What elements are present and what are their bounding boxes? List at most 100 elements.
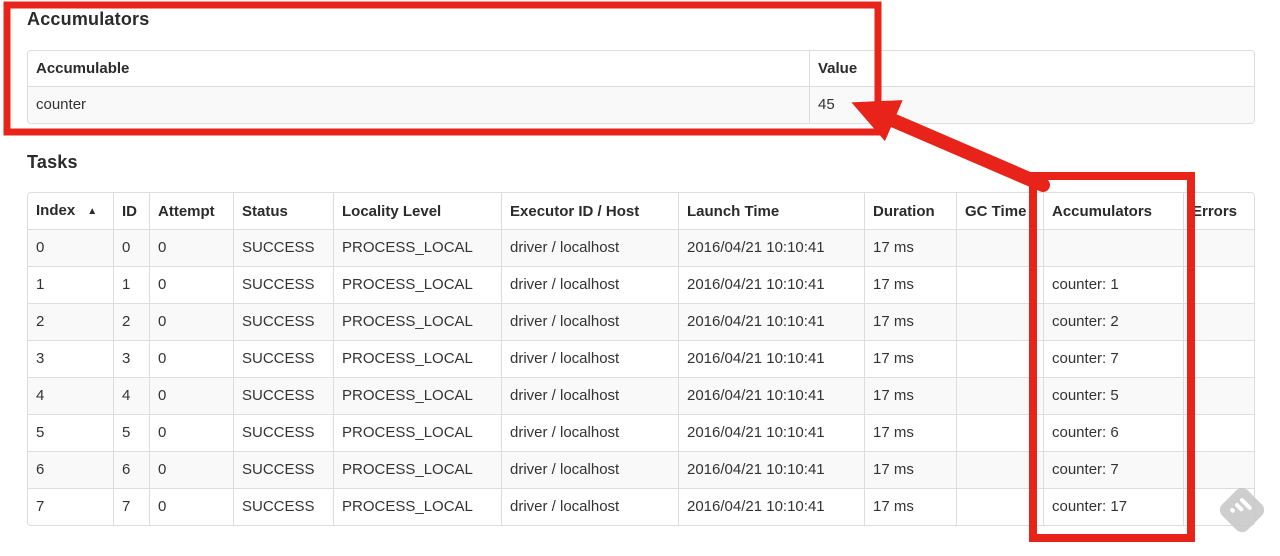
task-row: 7 7 0 SUCCESS PROCESS_LOCAL driver / loc…	[28, 488, 1254, 525]
cell-executor-id-host: driver / localhost	[501, 451, 678, 488]
cell-executor-id-host: driver / localhost	[501, 229, 678, 266]
cell-index: 6	[28, 451, 113, 488]
task-row: 0 0 0 SUCCESS PROCESS_LOCAL driver / loc…	[28, 229, 1254, 266]
cell-duration: 17 ms	[864, 488, 956, 525]
col-header-locality-level[interactable]: Locality Level	[333, 193, 501, 229]
cell-index: 0	[28, 229, 113, 266]
col-header-id[interactable]: ID	[113, 193, 149, 229]
cell-executor-id-host: driver / localhost	[501, 414, 678, 451]
cell-locality-level: PROCESS_LOCAL	[333, 451, 501, 488]
col-header-duration[interactable]: Duration	[864, 193, 956, 229]
cell-gc-time	[956, 340, 1043, 377]
cell-attempt: 0	[149, 377, 233, 414]
col-header-status[interactable]: Status	[233, 193, 333, 229]
accumulators-header-row: Accumulable Value	[28, 51, 1254, 86]
cell-gc-time	[956, 488, 1043, 525]
cell-gc-time	[956, 303, 1043, 340]
cell-id: 5	[113, 414, 149, 451]
cell-errors	[1183, 266, 1254, 303]
accumulator-row: counter 45	[28, 86, 1254, 123]
cell-status: SUCCESS	[233, 229, 333, 266]
col-header-launch-time[interactable]: Launch Time	[678, 193, 864, 229]
cell-launch-time: 2016/04/21 10:10:41	[678, 340, 864, 377]
cell-status: SUCCESS	[233, 451, 333, 488]
cell-attempt: 0	[149, 414, 233, 451]
cell-locality-level: PROCESS_LOCAL	[333, 303, 501, 340]
cell-id: 6	[113, 451, 149, 488]
cell-index: 7	[28, 488, 113, 525]
cell-locality-level: PROCESS_LOCAL	[333, 266, 501, 303]
col-header-accumulable[interactable]: Accumulable	[28, 51, 809, 86]
cell-status: SUCCESS	[233, 303, 333, 340]
col-header-errors[interactable]: Errors	[1183, 193, 1254, 229]
tasks-table: Index ▲ ID Attempt Status Locality Level …	[27, 192, 1255, 526]
cell-attempt: 0	[149, 340, 233, 377]
col-header-executor-id-host[interactable]: Executor ID / Host	[501, 193, 678, 229]
col-header-gc-time[interactable]: GC Time	[956, 193, 1043, 229]
col-header-attempt[interactable]: Attempt	[149, 193, 233, 229]
task-row: 5 5 0 SUCCESS PROCESS_LOCAL driver / loc…	[28, 414, 1254, 451]
cell-status: SUCCESS	[233, 414, 333, 451]
cell-id: 1	[113, 266, 149, 303]
cell-errors	[1183, 303, 1254, 340]
cell-index: 5	[28, 414, 113, 451]
cell-duration: 17 ms	[864, 303, 956, 340]
cell-gc-time	[956, 266, 1043, 303]
cell-errors	[1183, 414, 1254, 451]
cell-gc-time	[956, 451, 1043, 488]
cell-gc-time	[956, 377, 1043, 414]
task-row: 1 1 0 SUCCESS PROCESS_LOCAL driver / loc…	[28, 266, 1254, 303]
cell-attempt: 0	[149, 488, 233, 525]
cell-id: 0	[113, 229, 149, 266]
cell-gc-time	[956, 229, 1043, 266]
cell-accumulators	[1043, 229, 1183, 266]
cell-duration: 17 ms	[864, 340, 956, 377]
cell-accumulator-value: 45	[809, 86, 1254, 123]
cell-launch-time: 2016/04/21 10:10:41	[678, 377, 864, 414]
tasks-heading: Tasks	[27, 152, 78, 172]
cell-attempt: 0	[149, 229, 233, 266]
task-row: 2 2 0 SUCCESS PROCESS_LOCAL driver / loc…	[28, 303, 1254, 340]
cell-executor-id-host: driver / localhost	[501, 266, 678, 303]
cell-launch-time: 2016/04/21 10:10:41	[678, 303, 864, 340]
cell-launch-time: 2016/04/21 10:10:41	[678, 451, 864, 488]
cell-duration: 17 ms	[864, 266, 956, 303]
tasks-table-body: 0 0 0 SUCCESS PROCESS_LOCAL driver / loc…	[28, 229, 1254, 525]
cell-locality-level: PROCESS_LOCAL	[333, 488, 501, 525]
task-row: 6 6 0 SUCCESS PROCESS_LOCAL driver / loc…	[28, 451, 1254, 488]
cell-accumulators: counter: 7	[1043, 340, 1183, 377]
cell-executor-id-host: driver / localhost	[501, 377, 678, 414]
cell-locality-level: PROCESS_LOCAL	[333, 229, 501, 266]
col-header-index[interactable]: Index ▲	[28, 193, 113, 229]
accumulators-table: Accumulable Value counter 45	[27, 50, 1255, 124]
cell-duration: 17 ms	[864, 451, 956, 488]
spark-stage-page: Accumulators Accumulable Value counter 4…	[0, 0, 1280, 556]
annotation-arrow	[851, 100, 1050, 192]
col-header-index-label: Index	[36, 202, 76, 219]
cell-accumulators: counter: 2	[1043, 303, 1183, 340]
cell-launch-time: 2016/04/21 10:10:41	[678, 488, 864, 525]
cell-id: 3	[113, 340, 149, 377]
cell-index: 4	[28, 377, 113, 414]
col-header-value[interactable]: Value	[809, 51, 1254, 86]
cell-id: 2	[113, 303, 149, 340]
cell-errors	[1183, 229, 1254, 266]
cell-index: 2	[28, 303, 113, 340]
cell-launch-time: 2016/04/21 10:10:41	[678, 414, 864, 451]
accumulators-heading: Accumulators	[27, 9, 150, 29]
cell-executor-id-host: driver / localhost	[501, 488, 678, 525]
cell-duration: 17 ms	[864, 229, 956, 266]
cell-launch-time: 2016/04/21 10:10:41	[678, 266, 864, 303]
cell-id: 7	[113, 488, 149, 525]
cell-errors	[1183, 451, 1254, 488]
cell-attempt: 0	[149, 303, 233, 340]
cell-accumulators: counter: 7	[1043, 451, 1183, 488]
cell-index: 3	[28, 340, 113, 377]
cell-attempt: 0	[149, 266, 233, 303]
col-header-accumulators[interactable]: Accumulators	[1043, 193, 1183, 229]
cell-locality-level: PROCESS_LOCAL	[333, 414, 501, 451]
cell-attempt: 0	[149, 451, 233, 488]
cell-launch-time: 2016/04/21 10:10:41	[678, 229, 864, 266]
cell-accumulators: counter: 5	[1043, 377, 1183, 414]
sort-ascending-icon: ▲	[87, 206, 98, 217]
